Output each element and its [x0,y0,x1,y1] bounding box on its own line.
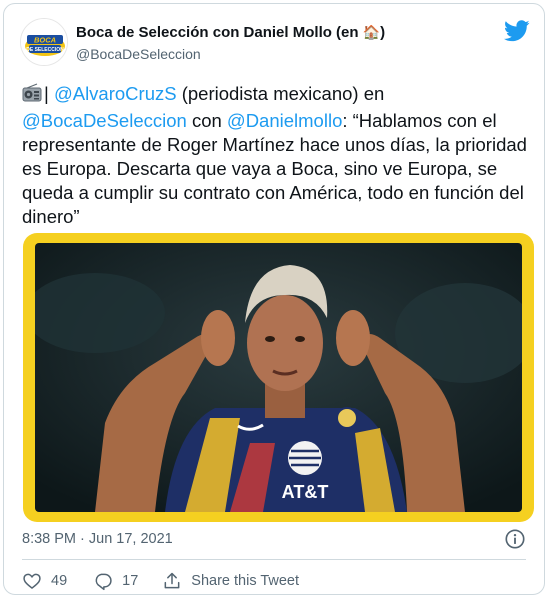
avatar[interactable]: BOCA DE SELECCION [20,18,68,66]
svg-text:DE SELECCION: DE SELECCION [26,47,64,53]
mention-bocadeseleccion[interactable]: @BocaDeSeleccion [22,110,187,131]
author-name-text: Boca de Selección con Daniel Mollo (en [76,24,363,41]
tweet-actions: 49 17 Share this Tweet [22,569,299,593]
like-count: 49 [51,573,68,589]
heart-icon [23,573,41,590]
share-button[interactable]: Share this Tweet [162,571,299,591]
player-photo: AT&T [35,243,522,512]
info-icon[interactable] [504,528,526,550]
author-handle[interactable]: @BocaDeSeleccion [76,46,201,62]
reply-button[interactable]: 17 [93,571,138,591]
like-button[interactable]: 49 [22,571,67,591]
mention-alvarocruzs[interactable]: @AlvaroCruzS [54,83,177,104]
jersey-sponsor-text: AT&T [282,482,329,502]
tweet-text: | @AlvaroCruzS (periodista mexicano) en … [22,82,532,229]
tweet-text-segment: con [186,110,227,131]
author-name-suffix: ) [380,24,386,41]
tweet-media[interactable]: AT&T [23,233,534,522]
reply-icon [95,573,112,591]
tweet-card: BOCA DE SELECCION Boca de Selección con … [3,3,545,595]
svg-text:BOCA: BOCA [34,36,56,45]
twitter-bird-icon[interactable] [504,20,530,42]
boca-de-seleccion-logo: BOCA DE SELECCION [21,19,67,65]
divider [22,559,526,560]
tweet-text-separator: | [44,83,54,104]
radio-icon [22,83,42,109]
author-display-name[interactable]: Boca de Selección con Daniel Mollo (en 🏠… [76,24,385,41]
tweet-text-segment: (periodista mexicano) en [176,83,385,104]
reply-count: 17 [122,573,139,589]
share-label: Share this Tweet [191,573,300,589]
tweet-timestamp[interactable]: 8:38 PM · Jun 17, 2021 [22,531,173,547]
mention-danielmollo[interactable]: @Danielmollo [227,110,342,131]
share-icon [164,572,180,589]
house-emoji: 🏠 [362,24,381,40]
